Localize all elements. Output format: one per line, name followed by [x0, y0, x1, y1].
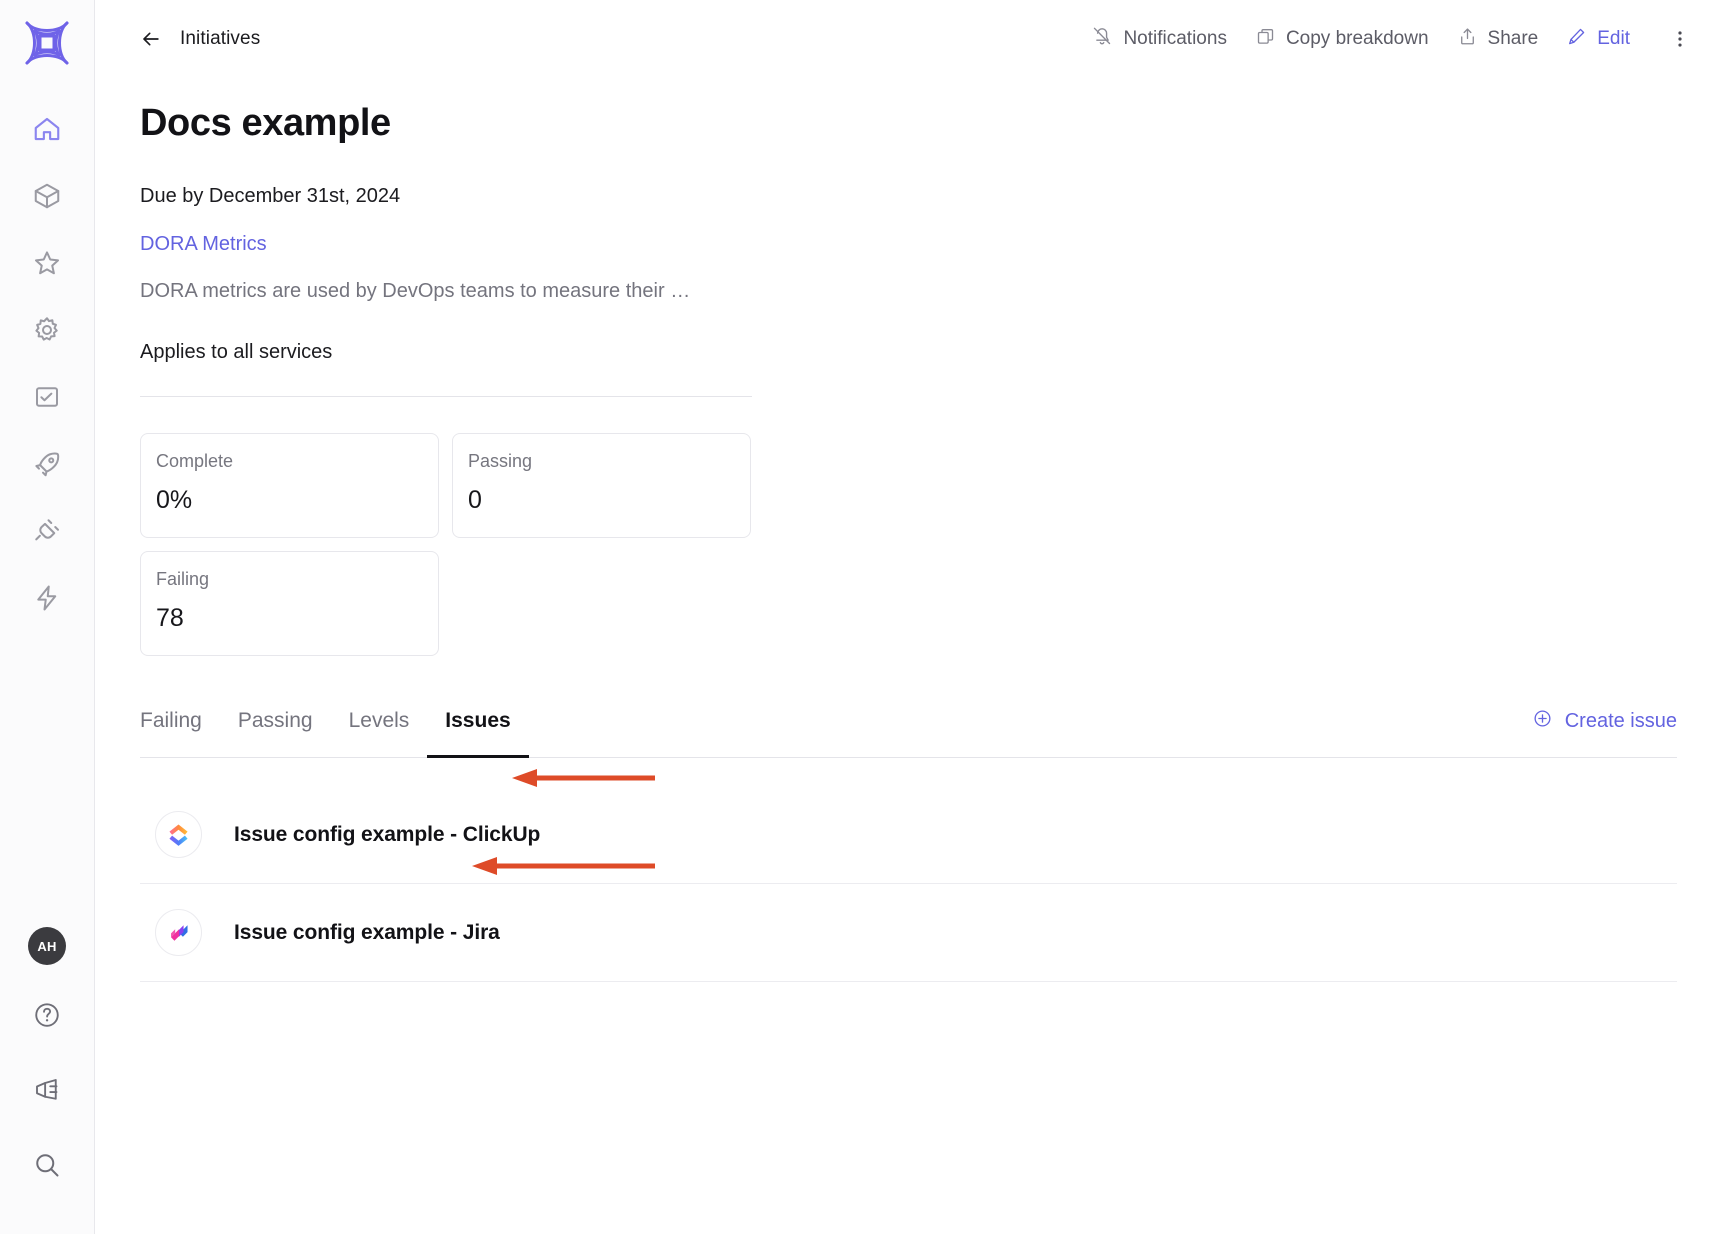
stat-card-failing: Failing 78	[140, 551, 439, 656]
sidebar-item-reports[interactable]	[24, 376, 70, 422]
stats-grid: Complete 0% Passing 0 Failing 78	[140, 433, 752, 656]
jira-issue-row[interactable]: Issue config example - Jira	[140, 884, 1677, 982]
jira-logo-icon	[155, 909, 202, 956]
megaphone-icon	[32, 1075, 62, 1110]
left-nav-rail: AH	[0, 0, 95, 1234]
edit-label: Edit	[1597, 28, 1630, 49]
stat-value: 78	[156, 604, 184, 632]
share-button[interactable]: Share	[1443, 18, 1553, 61]
section-divider	[140, 396, 752, 397]
sidebar-item-catalog[interactable]	[24, 175, 70, 221]
question-circle-icon	[32, 1000, 62, 1035]
sidebar-item-actions[interactable]	[24, 577, 70, 623]
sidebar-item-launch[interactable]	[24, 443, 70, 489]
gear-icon	[32, 315, 62, 350]
metric-description: DORA metrics are used by DevOps teams to…	[140, 280, 691, 302]
cube-icon	[32, 181, 62, 216]
tab-levels[interactable]: Levels	[331, 709, 428, 757]
plus-circle-icon	[1532, 708, 1553, 735]
sidebar-item-integrations[interactable]	[24, 510, 70, 556]
stat-card-passing: Passing 0	[452, 433, 751, 538]
copy-breakdown-label: Copy breakdown	[1285, 28, 1429, 49]
tabs-bar: Failing Passing Levels Issues Create iss…	[140, 708, 1677, 758]
avatar[interactable]: AH	[28, 927, 66, 965]
main-panel: Initiatives Notifications Copy breakdown…	[95, 0, 1722, 1234]
top-bar-actions: Notifications Copy breakdown Share Edit	[1077, 17, 1704, 61]
stat-value: 0	[468, 486, 482, 514]
page-title: Docs example	[140, 102, 391, 144]
create-issue-label: Create issue	[1564, 710, 1677, 732]
create-issue-button[interactable]: Create issue	[1532, 708, 1677, 757]
dora-metrics-link[interactable]: DORA Metrics	[140, 233, 267, 256]
issue-title: Issue config example - Jira	[234, 920, 500, 944]
home-icon	[32, 114, 62, 149]
notifications-label: Notifications	[1123, 28, 1227, 49]
stat-label: Passing	[468, 451, 533, 471]
rail-secondary-nav: AH	[24, 927, 70, 1190]
stat-card-complete: Complete 0%	[140, 433, 439, 538]
stat-label: Failing	[156, 569, 210, 589]
notifications-button[interactable]: Notifications	[1077, 17, 1241, 61]
more-vertical-icon[interactable]	[1660, 19, 1700, 59]
bell-off-icon	[1091, 25, 1113, 53]
rocket-icon	[32, 449, 62, 484]
clickup-logo-icon	[155, 811, 202, 858]
top-bar: Initiatives Notifications Copy breakdown…	[95, 0, 1722, 78]
tab-failing[interactable]: Failing	[140, 709, 220, 757]
arrow-left-icon[interactable]	[140, 28, 162, 50]
sidebar-item-home[interactable]	[24, 108, 70, 154]
star-icon	[32, 248, 62, 283]
rail-primary-nav	[24, 108, 70, 623]
lightning-icon	[32, 583, 62, 618]
tab-passing[interactable]: Passing	[220, 709, 331, 757]
edit-button[interactable]: Edit	[1552, 18, 1644, 61]
issue-list: Issue config example - ClickUp Issue con…	[140, 786, 1677, 982]
app-root: AH Initiatives Notifications Copy breakd…	[0, 0, 1722, 1234]
share-label: Share	[1487, 28, 1539, 49]
stat-value: 0%	[156, 486, 193, 514]
sidebar-item-settings[interactable]	[24, 309, 70, 355]
copy-icon	[1255, 26, 1276, 53]
checked-window-icon	[32, 382, 62, 417]
plug-icon	[32, 516, 62, 551]
breadcrumb-label: Initiatives	[180, 28, 261, 49]
applies-to-text: Applies to all services	[140, 341, 333, 363]
pencil-icon	[1566, 26, 1587, 53]
sidebar-item-search[interactable]	[24, 1144, 70, 1190]
cortex-logo-icon[interactable]	[18, 14, 76, 72]
copy-breakdown-button[interactable]: Copy breakdown	[1241, 18, 1443, 61]
tab-issues[interactable]: Issues	[427, 709, 530, 758]
tab-list: Failing Passing Levels Issues	[140, 709, 530, 758]
sidebar-item-announcements[interactable]	[24, 1069, 70, 1115]
share-icon	[1457, 26, 1478, 53]
sidebar-item-scorecards[interactable]	[24, 242, 70, 288]
stat-label: Complete	[156, 451, 234, 471]
sidebar-item-help[interactable]	[24, 994, 70, 1040]
due-date-text: Due by December 31st, 2024	[140, 185, 401, 207]
issue-title: Issue config example - ClickUp	[234, 822, 541, 846]
breadcrumb[interactable]: Initiatives	[140, 28, 260, 50]
content-area: Docs example Due by December 31st, 2024 …	[95, 78, 1722, 982]
clickup-issue-row[interactable]: Issue config example - ClickUp	[140, 786, 1677, 884]
search-icon	[32, 1150, 62, 1185]
